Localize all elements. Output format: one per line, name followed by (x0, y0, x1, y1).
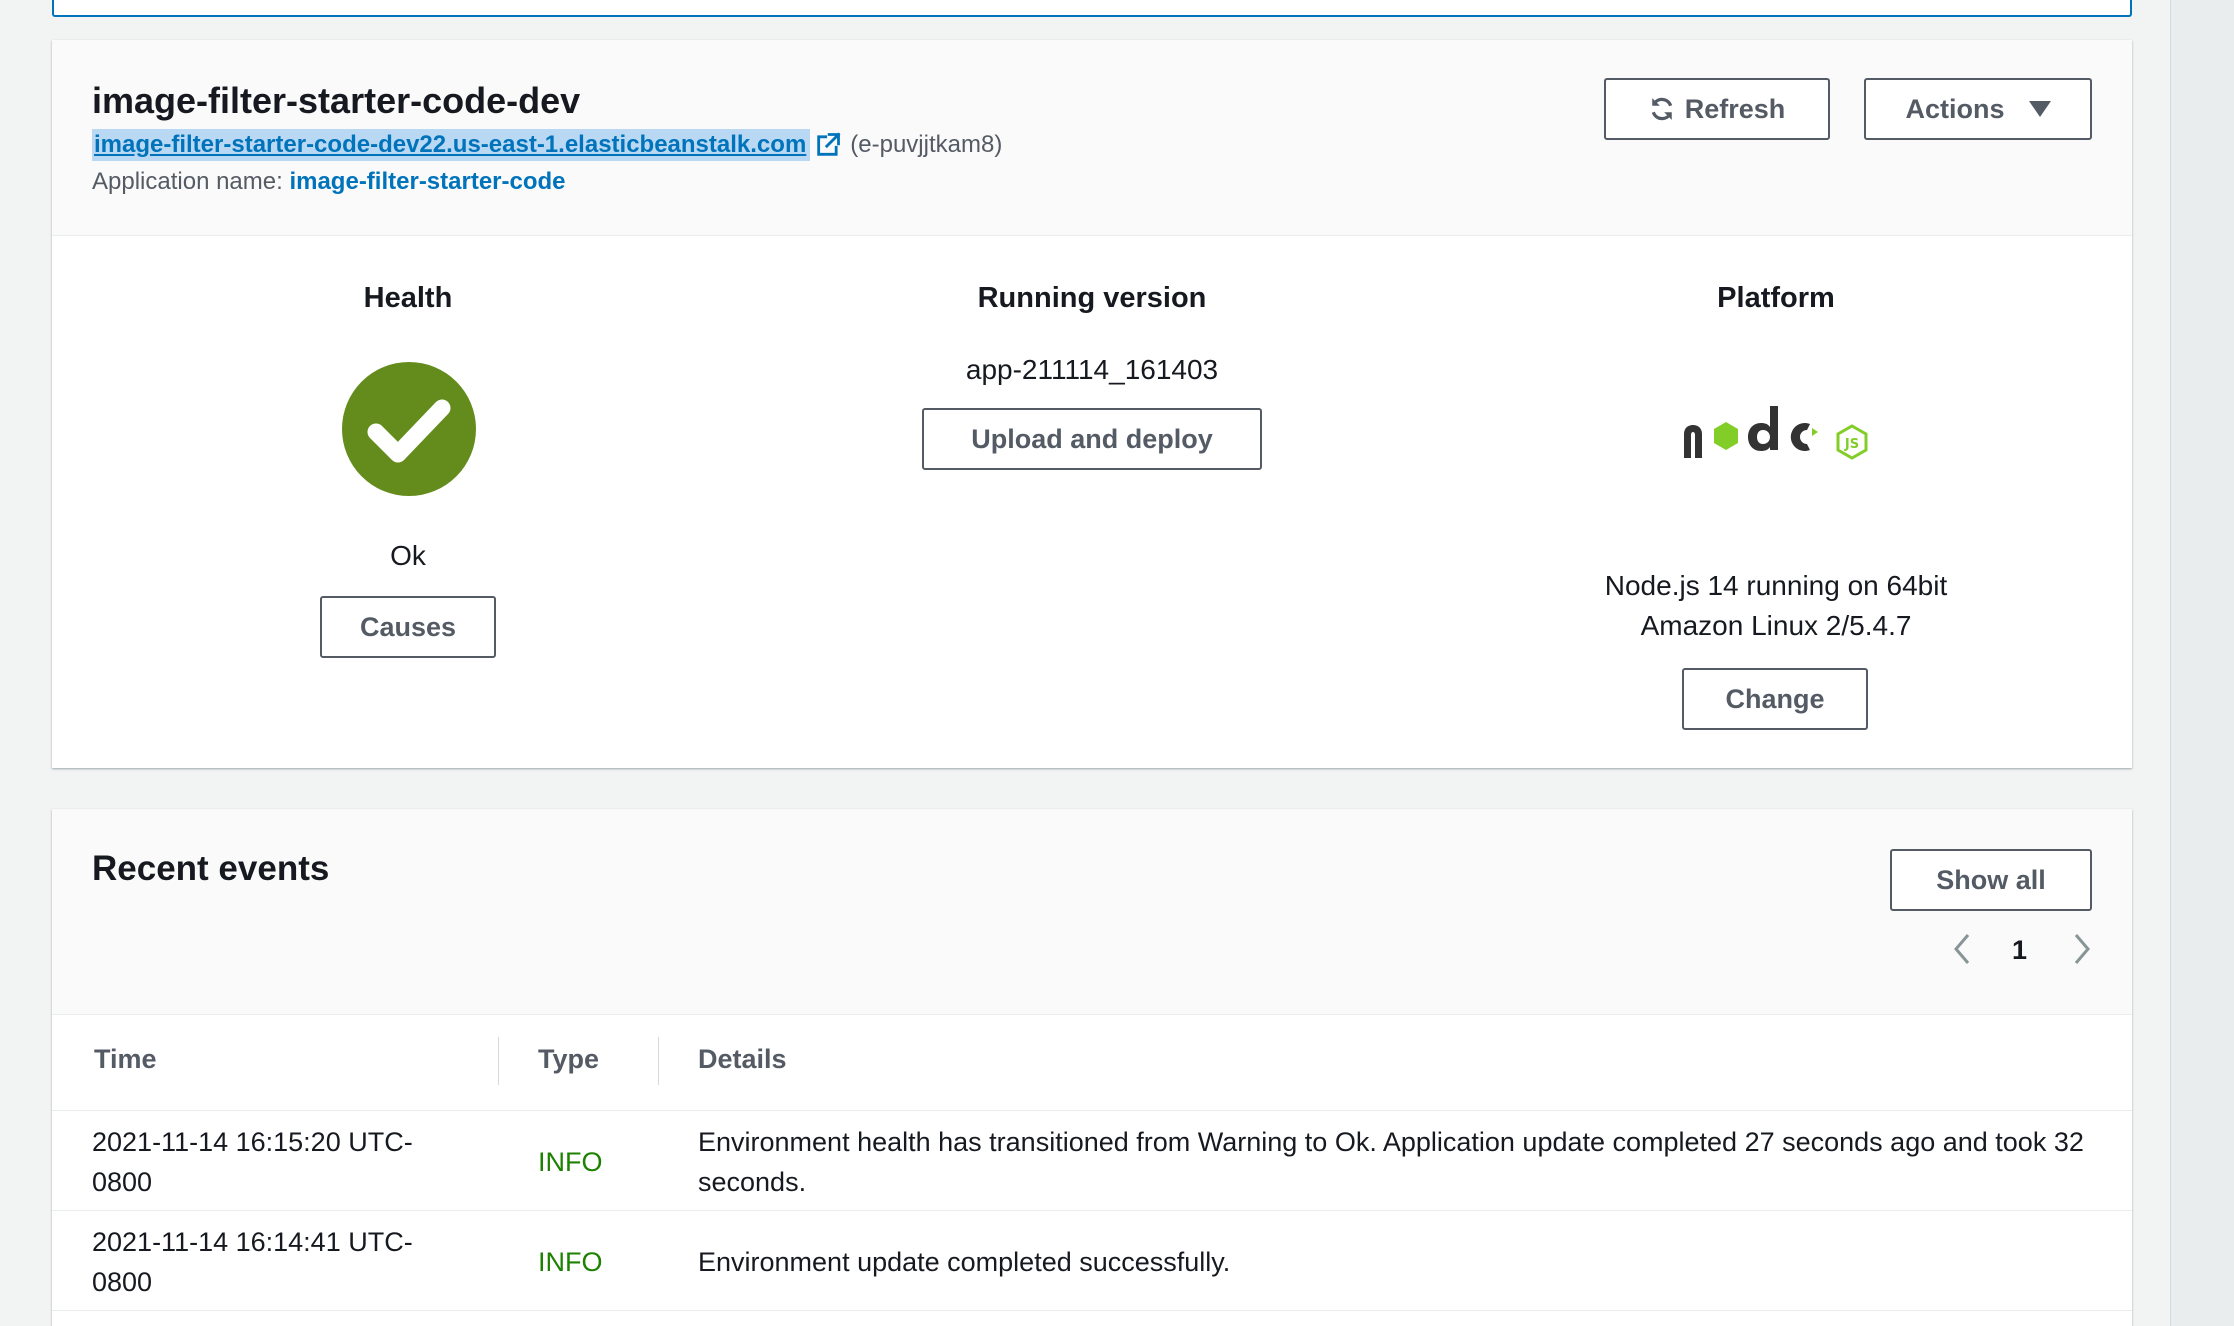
page: image-filter-starter-code-dev image-filt… (0, 0, 2234, 1326)
scrollbar-track[interactable] (2170, 0, 2234, 1326)
event-details: Environment health has transitioned from… (698, 1127, 2084, 1197)
application-name-label: Application name: (92, 168, 283, 195)
environment-name: image-filter-starter-code-dev (92, 80, 581, 121)
running-version-value: app-211114_161403 (965, 354, 1219, 385)
running-version-title: Running version (977, 282, 1207, 314)
event-details: Environment update completed successfull… (698, 1247, 1231, 1277)
chevron-right-icon[interactable] (2068, 931, 2096, 967)
event-type: INFO (538, 1247, 603, 1277)
event-time: 2021-11-14 16:14:41 UTC-0800 (92, 1227, 413, 1297)
chevron-left-icon[interactable] (1948, 931, 1976, 967)
column-header-time[interactable]: Time (94, 1044, 157, 1075)
event-time: 2021-11-14 16:15:20 UTC-0800 (92, 1127, 413, 1197)
column-divider[interactable] (658, 1037, 659, 1085)
platform-line-1: Node.js 14 running on 64bit (1604, 570, 1948, 601)
environment-url-row: image-filter-starter-code-dev22.us-east-… (92, 128, 1002, 162)
environment-overview-panel: image-filter-starter-code-dev image-filt… (52, 40, 2132, 768)
upload-and-deploy-button[interactable]: Upload and deploy (922, 408, 1262, 470)
recent-events-panel: Recent events Show all 1 Time Type Detai… (52, 809, 2132, 1326)
svg-text:JS: JS (1844, 437, 1859, 452)
column-header-type[interactable]: Type (538, 1044, 599, 1075)
table-row-divider (52, 1210, 2132, 1211)
recent-events-header: Recent events Show all 1 (52, 809, 2132, 1015)
environment-id: (e-puvjjtkam8) (850, 131, 1003, 158)
platform-title: Platform (1717, 282, 1835, 314)
actions-button-label: Actions (1905, 93, 2005, 124)
pagination-current-page[interactable]: 1 (2012, 935, 2027, 966)
recent-events-title: Recent events (92, 849, 330, 888)
platform-line-2: Amazon Linux 2/5.4.7 (1640, 610, 1912, 641)
health-title: Health (363, 282, 453, 314)
nodejs-logo-icon: JS (1684, 406, 1868, 460)
health-status: Ok (390, 540, 426, 571)
application-name-link[interactable]: image-filter-starter-code (289, 168, 565, 195)
event-type: INFO (538, 1147, 603, 1177)
change-platform-button[interactable]: Change (1682, 668, 1868, 730)
previous-panel-edge (52, 0, 2132, 17)
environment-url-link[interactable]: image-filter-starter-code-dev22.us-east-… (92, 129, 811, 161)
column-divider[interactable] (498, 1037, 499, 1085)
environment-header: image-filter-starter-code-dev image-filt… (52, 40, 2132, 236)
health-ok-check-icon (342, 362, 476, 496)
causes-button[interactable]: Causes (320, 596, 496, 658)
actions-dropdown-button[interactable]: Actions (1864, 78, 2092, 140)
refresh-icon (1651, 97, 1672, 121)
table-header-divider (52, 1110, 2132, 1111)
show-all-button[interactable]: Show all (1890, 849, 2092, 911)
table-row-divider (52, 1310, 2132, 1311)
column-header-details[interactable]: Details (698, 1044, 787, 1075)
refresh-button[interactable]: Refresh (1604, 78, 1830, 140)
refresh-button-label: Refresh (1684, 93, 1786, 124)
application-name-row: Application name: image-filter-starter-c… (92, 168, 566, 196)
caret-down-icon (2028, 101, 2051, 117)
external-link-icon[interactable] (814, 131, 842, 159)
